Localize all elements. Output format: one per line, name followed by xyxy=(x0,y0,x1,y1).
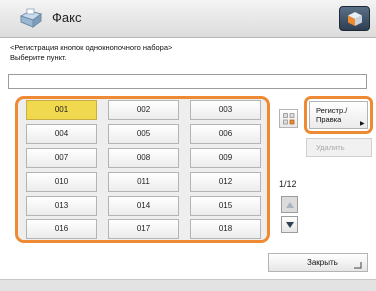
one-touch-key[interactable]: 007 xyxy=(26,148,97,168)
one-touch-key[interactable]: 017 xyxy=(108,219,179,239)
one-touch-key[interactable]: 009 xyxy=(190,148,261,168)
one-touch-key[interactable]: 015 xyxy=(190,196,261,216)
status-bar xyxy=(0,279,376,291)
one-touch-key[interactable]: 010 xyxy=(26,172,97,192)
menu-cube-icon xyxy=(348,12,362,26)
one-touch-key[interactable]: 001 xyxy=(26,100,97,120)
instruction-text: Выберите пункт. xyxy=(10,53,67,62)
delete-button[interactable]: Удалить xyxy=(306,138,372,157)
close-button[interactable]: Закрыть xyxy=(268,253,368,272)
submenu-arrow-icon: ▶ xyxy=(360,121,365,127)
address-list-button[interactable] xyxy=(279,109,298,128)
one-touch-key[interactable]: 003 xyxy=(190,100,261,120)
one-touch-key[interactable]: 014 xyxy=(108,196,179,216)
one-touch-key[interactable]: 006 xyxy=(190,124,261,144)
register-label-line1: Регистр./ xyxy=(316,106,348,115)
triangle-down-icon xyxy=(286,222,294,228)
one-touch-key[interactable]: 013 xyxy=(26,196,97,216)
register-edit-button[interactable]: Регистр./ Правка ▶ xyxy=(309,101,368,129)
close-label: Закрыть xyxy=(307,258,338,267)
corner-arrow-icon xyxy=(354,262,362,269)
one-touch-key[interactable]: 002 xyxy=(108,100,179,120)
triangle-up-icon xyxy=(286,202,294,208)
fax-icon xyxy=(18,8,44,30)
page-title: Факс xyxy=(52,10,82,25)
one-touch-key[interactable]: 012 xyxy=(190,172,261,192)
one-touch-key[interactable]: 016 xyxy=(26,219,97,239)
address-list-icon xyxy=(283,113,295,125)
register-label-line2: Правка xyxy=(316,115,342,124)
scroll-up-button[interactable] xyxy=(281,196,298,213)
one-touch-key[interactable]: 011 xyxy=(108,172,179,192)
one-touch-key[interactable]: 004 xyxy=(26,124,97,144)
page-indicator: 1/12 xyxy=(279,179,297,189)
one-touch-key[interactable]: 005 xyxy=(108,124,179,144)
instruction-heading: <Регистрация кнопок однокнопочного набор… xyxy=(10,43,173,52)
name-display-field[interactable] xyxy=(8,74,367,89)
one-touch-key[interactable]: 008 xyxy=(108,148,179,168)
scroll-down-button[interactable] xyxy=(281,216,298,233)
one-touch-key[interactable]: 018 xyxy=(190,219,261,239)
menu-button[interactable] xyxy=(339,6,370,31)
